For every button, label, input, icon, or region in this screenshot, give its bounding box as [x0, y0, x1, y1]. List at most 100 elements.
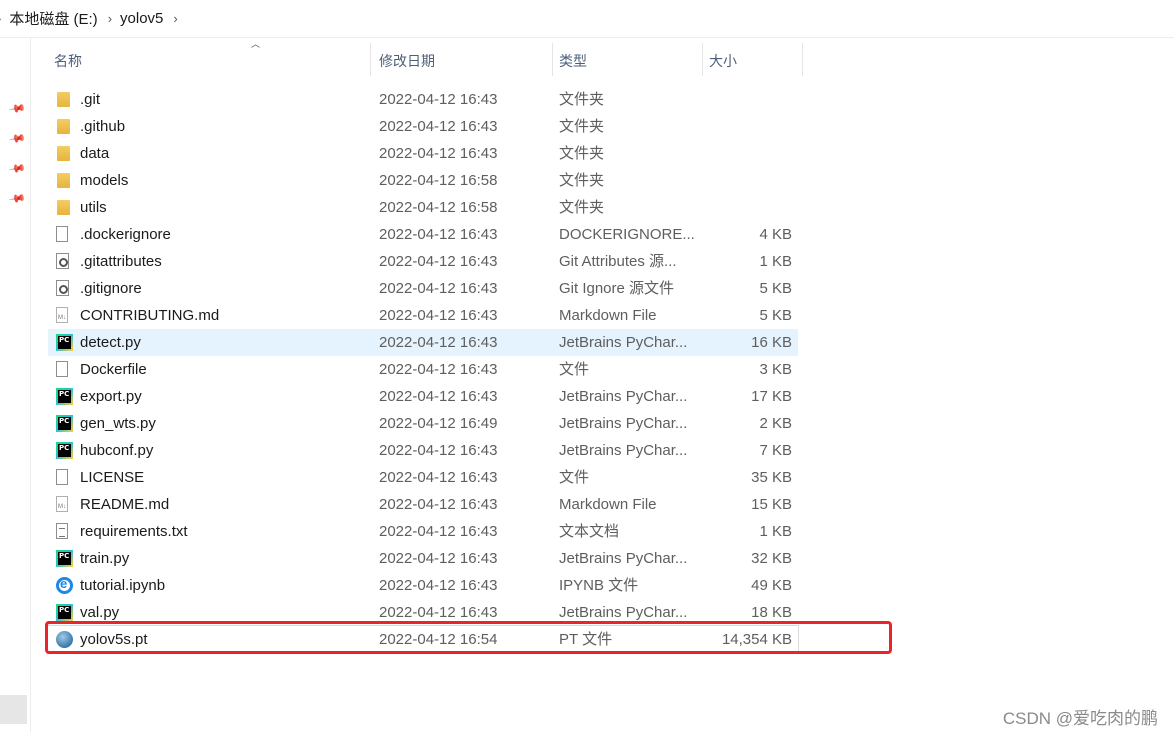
file-row[interactable]: .dockerignore 2022-04-12 16:43 DOCKERIGNOR…: [48, 221, 798, 248]
file-modified-date: 2022-04-12 16:43: [379, 388, 498, 405]
file-size: 7 KB: [759, 442, 792, 459]
pycharm-file-icon: PC: [56, 604, 73, 621]
file-row[interactable]: tutorial.ipynb 2022-04-12 16:43 IPYNB 文件 49…: [48, 572, 798, 599]
file-size: 1 KB: [759, 523, 792, 540]
file-row[interactable]: requirements.txt 2022-04-12 16:43 文本文档 1 KB: [48, 518, 798, 545]
file-type: Markdown File: [559, 307, 657, 324]
file-row[interactable]: utils 2022-04-12 16:58 文件夹: [48, 194, 798, 221]
markdown-file-icon: M↓: [56, 307, 68, 323]
file-modified-date: 2022-04-12 16:58: [379, 199, 498, 216]
pycharm-file-icon: PC: [56, 442, 73, 459]
file-size: 1 KB: [759, 253, 792, 270]
file-row[interactable]: PC detect.py 2022-04-12 16:43 JetBrains PyC…: [48, 329, 798, 356]
file-row[interactable]: PC export.py 2022-04-12 16:43 JetBrains PyC…: [48, 383, 798, 410]
file-name: .git: [80, 91, 101, 108]
file-name: .dockerignore: [80, 226, 171, 243]
file-type: Git Attributes 源...: [559, 253, 677, 270]
file-modified-date: 2022-04-12 16:49: [379, 415, 498, 432]
file-type: JetBrains PyChar...: [559, 388, 688, 405]
column-header-type[interactable]: 类型: [553, 43, 703, 76]
file-row[interactable]: M↓ README.md 2022-04-12 16:43 Markdown File…: [48, 491, 798, 518]
chevron-right-icon[interactable]: ›: [0, 11, 1, 26]
pin-icon[interactable]: 📌: [7, 129, 26, 148]
file-type: 文件夹: [559, 145, 605, 162]
file-modified-date: 2022-04-12 16:43: [379, 280, 498, 297]
column-header-name[interactable]: 名称: [48, 43, 371, 76]
file-name: train.py: [80, 550, 130, 567]
file-row[interactable]: PC gen_wts.py 2022-04-12 16:49 JetBrains Py…: [48, 410, 798, 437]
markdown-file-icon: M↓: [56, 496, 68, 512]
text-file-icon: [56, 523, 68, 539]
chevron-right-icon[interactable]: ›: [173, 11, 177, 26]
file-size: 32 KB: [751, 550, 792, 567]
file-size: 16 KB: [751, 334, 792, 351]
file-name: requirements.txt: [80, 523, 188, 540]
folder-icon: [57, 173, 70, 188]
file-modified-date: 2022-04-12 16:43: [379, 496, 498, 513]
pin-icon[interactable]: 📌: [7, 99, 26, 118]
file-modified-date: 2022-04-12 16:58: [379, 172, 498, 189]
column-header-date[interactable]: 修改日期: [373, 43, 553, 76]
file-modified-date: 2022-04-12 16:43: [379, 91, 498, 108]
file-type: IPYNB 文件: [559, 577, 639, 594]
file-name: detect.py: [80, 334, 141, 351]
breadcrumb-item-drive[interactable]: 本地磁盘 (E:): [9, 8, 97, 29]
file-row[interactable]: .git 2022-04-12 16:43 文件夹: [48, 86, 798, 113]
file-size: 35 KB: [751, 469, 792, 486]
file-modified-date: 2022-04-12 16:43: [379, 577, 498, 594]
file-row[interactable]: .github 2022-04-12 16:43 文件夹: [48, 113, 798, 140]
file-type: 文本文档: [559, 523, 620, 540]
file-name: gen_wts.py: [80, 415, 156, 432]
file-icon: [56, 226, 68, 242]
file-size: 4 KB: [759, 226, 792, 243]
chevron-right-icon[interactable]: ›: [108, 11, 112, 26]
file-size: 2 KB: [759, 415, 792, 432]
column-header-size[interactable]: 大小: [703, 43, 803, 76]
file-modified-date: 2022-04-12 16:43: [379, 253, 498, 270]
file-modified-date: 2022-04-12 16:43: [379, 469, 498, 486]
pin-icon[interactable]: 📌: [7, 189, 26, 208]
file-type: 文件: [559, 361, 590, 378]
file-row[interactable]: PC hubconf.py 2022-04-12 16:43 JetBrains Py…: [48, 437, 798, 464]
watermark: CSDN @爱吃肉的鹏: [1002, 709, 1158, 728]
file-row[interactable]: Dockerfile 2022-04-12 16:43 文件 3 KB: [48, 356, 798, 383]
file-type: DOCKERIGNORE...: [559, 226, 695, 243]
file-modified-date: 2022-04-12 16:43: [379, 226, 498, 243]
file-row[interactable]: PC train.py 2022-04-12 16:43 JetBrains PyCh…: [48, 545, 798, 572]
file-row[interactable]: .gitattributes 2022-04-12 16:43 Git Attrib…: [48, 248, 798, 275]
file-name: CONTRIBUTING.md: [80, 307, 220, 324]
file-name: .github: [80, 118, 126, 135]
pycharm-file-icon: PC: [56, 334, 73, 351]
file-name: .gitignore: [80, 280, 142, 297]
file-name: data: [80, 145, 110, 162]
file-row[interactable]: M↓ CONTRIBUTING.md 2022-04-12 16:43 Markdow…: [48, 302, 798, 329]
pin-icon[interactable]: 📌: [7, 159, 26, 178]
file-name: tutorial.ipynb: [80, 577, 166, 594]
file-row[interactable]: data 2022-04-12 16:43 文件夹: [48, 140, 798, 167]
file-type: 文件夹: [559, 199, 605, 216]
file-name: export.py: [80, 388, 142, 405]
file-list: .git 2022-04-12 16:43 文件夹 .github 2022-04-12…: [47, 86, 799, 654]
file-name: LICENSE: [80, 469, 145, 486]
file-modified-date: 2022-04-12 16:43: [379, 307, 498, 324]
file-type: JetBrains PyChar...: [559, 415, 688, 432]
pycharm-file-icon: PC: [56, 550, 73, 567]
breadcrumb: › 本地磁盘 (E:) › yolov5 ›: [0, 0, 1174, 37]
folder-icon: [57, 119, 70, 134]
folder-icon: [57, 200, 70, 215]
file-size: 5 KB: [759, 307, 792, 324]
config-file-icon: [56, 253, 69, 269]
file-row[interactable]: LICENSE 2022-04-12 16:43 文件 35 KB: [48, 464, 798, 491]
file-modified-date: 2022-04-12 16:43: [379, 118, 498, 135]
file-modified-date: 2022-04-12 16:43: [379, 145, 498, 162]
file-row[interactable]: models 2022-04-12 16:58 文件夹: [48, 167, 798, 194]
file-name: utils: [80, 199, 107, 216]
folder-icon: [57, 92, 70, 107]
file-type: 文件: [559, 469, 590, 486]
divider: [0, 37, 1174, 38]
pycharm-file-icon: PC: [56, 415, 73, 432]
breadcrumb-item-folder[interactable]: yolov5: [120, 10, 163, 27]
navigation-scrollbar[interactable]: [0, 695, 27, 724]
pycharm-file-icon: PC: [56, 388, 73, 405]
file-row[interactable]: .gitignore 2022-04-12 16:43 Git Ignore 源文件…: [48, 275, 798, 302]
